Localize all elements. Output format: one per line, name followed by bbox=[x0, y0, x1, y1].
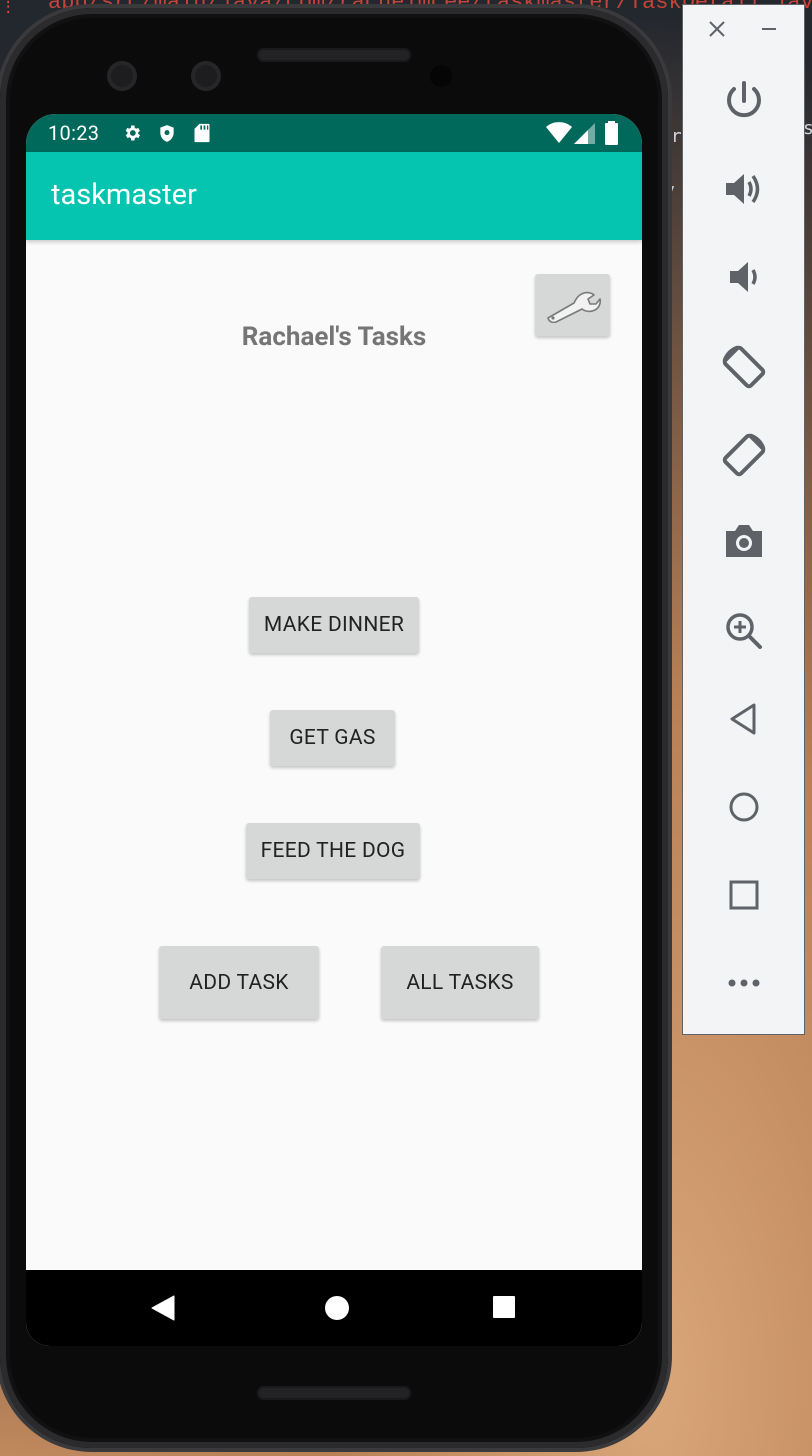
rotate-left-button[interactable] bbox=[683, 343, 804, 391]
rotate-right-button[interactable] bbox=[683, 431, 804, 479]
navigation-bar bbox=[26, 1270, 642, 1346]
more-button[interactable] bbox=[683, 963, 804, 1003]
back-button[interactable] bbox=[683, 699, 804, 739]
zoom-button[interactable] bbox=[683, 609, 804, 653]
zoom-icon bbox=[725, 613, 762, 649]
power-icon bbox=[726, 81, 761, 118]
close-icon[interactable] bbox=[707, 19, 727, 39]
make-dinner-button[interactable]: MAKE DINNER bbox=[249, 597, 419, 653]
gear-icon bbox=[125, 125, 140, 141]
status-bar: 10:23 bbox=[26, 114, 642, 152]
main-content: Rachael's Tasks MAKE DINNER GET GAS FEED… bbox=[26, 240, 642, 1270]
status-time: 10:23 bbox=[48, 121, 100, 145]
add-task-button[interactable]: ADD TASK bbox=[159, 946, 319, 1019]
top-speaker bbox=[257, 48, 411, 62]
emulator-toolbar bbox=[682, 4, 805, 1035]
home-icon[interactable] bbox=[323, 1294, 351, 1322]
camera-icon bbox=[725, 525, 762, 557]
screenshot-button[interactable] bbox=[683, 521, 804, 561]
overview-icon bbox=[729, 880, 758, 910]
get-gas-button[interactable]: GET GAS bbox=[270, 710, 395, 766]
back-icon bbox=[730, 703, 755, 735]
all-tasks-button[interactable]: ALL TASKS bbox=[381, 946, 539, 1019]
front-camera-lens bbox=[107, 61, 137, 91]
more-icon bbox=[728, 979, 759, 987]
power-button[interactable] bbox=[683, 79, 804, 123]
wrench-icon bbox=[546, 291, 601, 323]
volume-down-icon bbox=[729, 262, 757, 292]
phone-screen: 10:23 taskmaster Rachael's Tasks MAKE DI… bbox=[26, 114, 642, 1346]
app-bar: taskmaster bbox=[26, 152, 642, 240]
shield-icon bbox=[160, 125, 174, 142]
proximity-sensor bbox=[430, 65, 452, 87]
volume-up-button[interactable] bbox=[683, 167, 804, 211]
rotate-left-icon bbox=[722, 345, 765, 389]
sd-card-icon bbox=[194, 123, 210, 143]
minimize-icon[interactable] bbox=[759, 19, 779, 39]
recents-icon[interactable] bbox=[492, 1294, 516, 1320]
signal-icon bbox=[574, 123, 595, 144]
battery-icon bbox=[605, 121, 618, 145]
volume-up-icon bbox=[725, 174, 759, 204]
wifi-icon bbox=[546, 122, 572, 143]
feed-the-dog-button[interactable]: FEED THE DOG bbox=[246, 823, 420, 879]
back-icon[interactable] bbox=[150, 1294, 176, 1322]
app-title: taskmaster bbox=[51, 178, 197, 212]
home-button[interactable] bbox=[683, 787, 804, 827]
home-icon bbox=[729, 792, 758, 822]
page-heading: Rachael's Tasks bbox=[241, 322, 427, 352]
code-gutter: :: bbox=[4, 0, 13, 17]
rotate-right-icon bbox=[722, 433, 765, 477]
overview-button[interactable] bbox=[683, 875, 804, 915]
front-sensor-lens bbox=[191, 61, 221, 91]
bottom-speaker bbox=[257, 1386, 411, 1400]
volume-down-button[interactable] bbox=[683, 255, 804, 299]
